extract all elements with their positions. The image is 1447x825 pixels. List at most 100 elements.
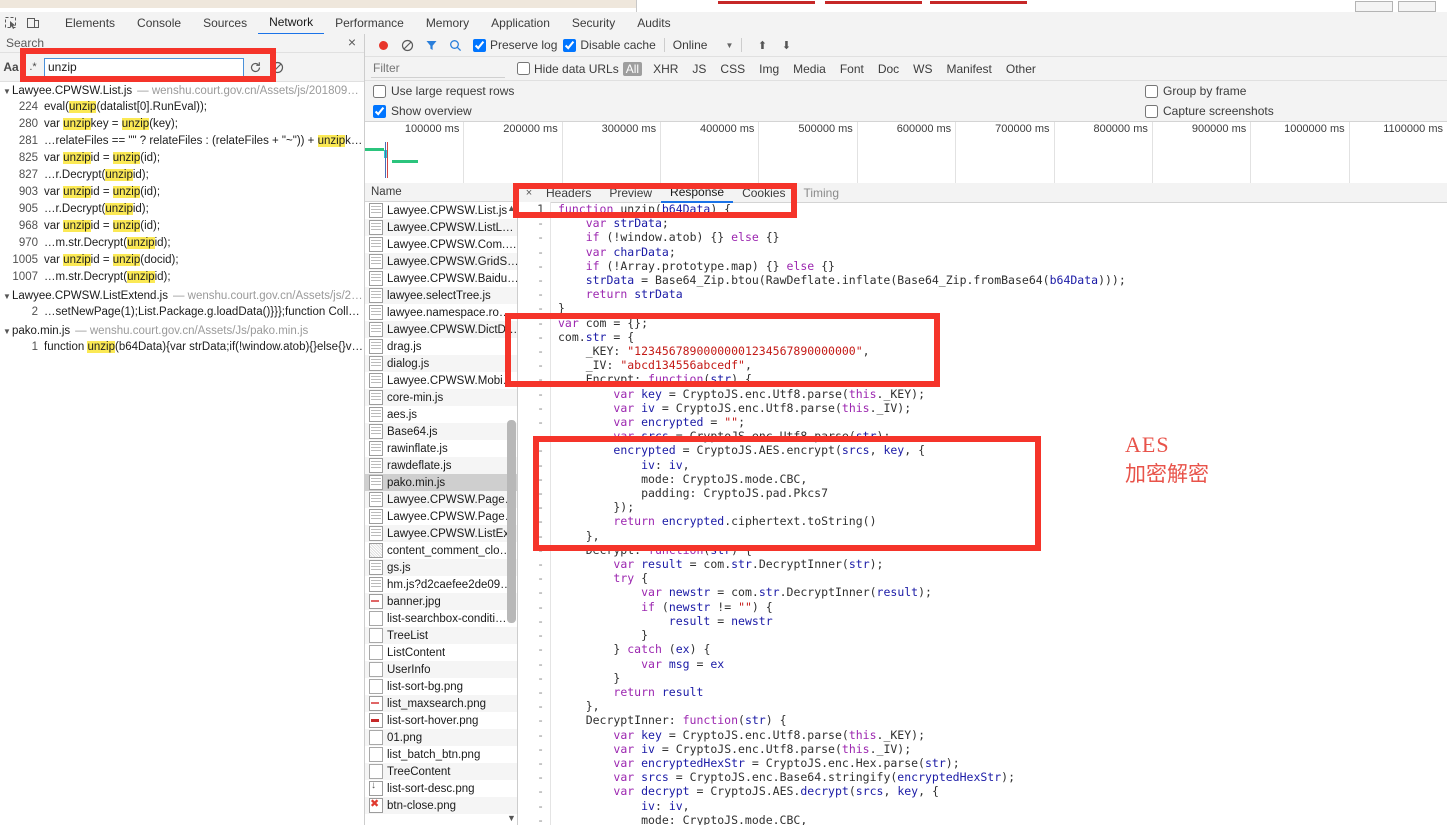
request-row[interactable]: lawyee.selectTree.js <box>365 287 517 304</box>
tab-headers[interactable]: Headers <box>537 184 600 202</box>
show-overview-checkbox[interactable]: Show overview <box>373 101 514 121</box>
disable-cache-input[interactable] <box>563 38 577 52</box>
search-result-line[interactable]: 825 var unzipid = unzip(id); <box>0 150 364 167</box>
close-icon[interactable]: × <box>348 34 356 51</box>
search-results-list[interactable]: ▼ Lawyee.CPWSW.List.js — wenshu.court.gov.… <box>0 81 364 825</box>
type-filter-font[interactable]: Font <box>837 62 867 76</box>
request-row[interactable]: Lawyee.CPWSW.GridS… <box>365 253 517 270</box>
search-result-line[interactable]: 903 var unzipid = unzip(id); <box>0 184 364 201</box>
filter-input[interactable] <box>371 59 505 78</box>
hide-data-urls-checkbox[interactable]: Hide data URLs <box>517 62 619 76</box>
search-result-line[interactable]: 2 …setNewPage(1);List.Package.g.loadData(… <box>0 304 364 321</box>
record-icon[interactable] <box>371 35 395 55</box>
use-large-rows-checkbox[interactable]: Use large request rows <box>373 81 514 101</box>
filter-funnel-icon[interactable] <box>419 35 443 55</box>
type-filter-js[interactable]: JS <box>689 62 709 76</box>
request-row[interactable]: ListContent <box>365 644 517 661</box>
window-button-2[interactable] <box>1398 1 1436 12</box>
window-button-1[interactable] <box>1355 1 1393 12</box>
tab-performance[interactable]: Performance <box>324 13 415 34</box>
search-icon[interactable] <box>443 35 467 55</box>
match-case-toggle[interactable]: Aa <box>0 57 22 77</box>
group-by-frame-checkbox[interactable]: Group by frame <box>1145 81 1274 101</box>
search-result-line[interactable]: 970 …m.str.Decrypt(unzipid); <box>0 235 364 252</box>
search-input[interactable] <box>44 57 244 77</box>
request-row[interactable]: rawinflate.js <box>365 440 517 457</box>
tab-application[interactable]: Application <box>480 13 561 34</box>
request-row[interactable]: banner.jpg <box>365 593 517 610</box>
chevron-down-icon[interactable]: ▼ <box>3 84 12 99</box>
chevron-down-icon[interactable]: ▼ <box>725 41 733 50</box>
close-icon[interactable]: × <box>521 187 537 199</box>
search-result-line[interactable]: 827 …r.Decrypt(unzipid); <box>0 167 364 184</box>
regex-toggle[interactable]: .* <box>22 57 44 77</box>
type-filter-doc[interactable]: Doc <box>875 62 902 76</box>
request-row[interactable]: drag.js <box>365 338 517 355</box>
request-row[interactable]: content_comment_clo… <box>365 542 517 559</box>
request-row[interactable]: Lawyee.CPWSW.List.js <box>365 202 517 219</box>
search-result-file[interactable]: ▼ Lawyee.CPWSW.List.js — wenshu.court.gov.… <box>0 84 364 99</box>
request-row[interactable]: Lawyee.CPWSW.DictD… <box>365 321 517 338</box>
tab-network[interactable]: Network <box>258 12 325 35</box>
request-row[interactable]: dialog.js <box>365 355 517 372</box>
request-row[interactable]: Lawyee.CPWSW.Baidu… <box>365 270 517 287</box>
request-row[interactable]: list-sort-bg.png <box>365 678 517 695</box>
tab-cookies[interactable]: Cookies <box>733 184 794 202</box>
search-result-line[interactable]: 1005 var unzipid = unzip(docid); <box>0 252 364 269</box>
export-har-icon[interactable]: ⬇ <box>774 35 798 55</box>
tab-console[interactable]: Console <box>126 13 192 34</box>
request-row[interactable]: gs.js <box>365 559 517 576</box>
request-row[interactable]: 01.png <box>365 729 517 746</box>
request-row[interactable]: Base64.js <box>365 423 517 440</box>
tab-elements[interactable]: Elements <box>54 13 126 34</box>
resource-type-filters[interactable]: All XHR JS CSS Img Media Font Doc WS Manifest Othe… <box>622 61 1039 76</box>
request-row[interactable]: Lawyee.CPWSW.ListL… <box>365 219 517 236</box>
clear-icon[interactable] <box>266 57 288 77</box>
request-row[interactable]: list-searchbox-conditi… <box>365 610 517 627</box>
tab-preview[interactable]: Preview <box>600 184 661 202</box>
request-list[interactable]: Name Lawyee.CPWSW.List.js Lawyee.CPWSW.Li… <box>365 183 518 825</box>
request-list-scrollbar[interactable] <box>507 420 516 623</box>
type-filter-css[interactable]: CSS <box>717 62 748 76</box>
search-result-line[interactable]: 1007 …m.str.Decrypt(unzipid); <box>0 269 364 286</box>
scroll-down-arrow[interactable]: ▼ <box>506 813 517 824</box>
hide-data-urls-input[interactable] <box>517 62 530 75</box>
disable-cache-checkbox[interactable]: Disable cache <box>563 38 656 52</box>
inspect-element-icon[interactable] <box>0 13 22 33</box>
request-row[interactable]: aes.js <box>365 406 517 423</box>
search-result-line[interactable]: 280 var unzipkey = unzip(key); <box>0 116 364 133</box>
show-overview-input[interactable] <box>373 104 386 118</box>
request-row[interactable]: core-min.js <box>365 389 517 406</box>
type-filter-other[interactable]: Other <box>1003 62 1039 76</box>
tab-sources[interactable]: Sources <box>192 13 258 34</box>
preserve-log-input[interactable] <box>473 38 486 52</box>
request-row[interactable]: hm.js?d2caefee2de09… <box>365 576 517 593</box>
tab-memory[interactable]: Memory <box>415 13 480 34</box>
request-row[interactable]: list_maxsearch.png <box>365 695 517 712</box>
preserve-log-checkbox[interactable]: Preserve log <box>473 38 557 52</box>
request-row[interactable]: TreeContent <box>365 763 517 780</box>
tab-timing[interactable]: Timing <box>794 184 848 202</box>
request-row[interactable]: list-sort-hover.png <box>365 712 517 729</box>
request-row[interactable]: pako.min.js <box>365 474 517 491</box>
request-row[interactable]: Lawyee.CPWSW.Page… <box>365 491 517 508</box>
search-result-line[interactable]: 968 var unzipid = unzip(id); <box>0 218 364 235</box>
scroll-up-arrow[interactable]: ▲ <box>506 203 517 214</box>
type-filter-img[interactable]: Img <box>756 62 782 76</box>
tab-security[interactable]: Security <box>561 13 626 34</box>
type-filter-all[interactable]: All <box>622 61 643 76</box>
response-code-view[interactable]: 1 function unzip(b64Data) {- var strData;… <box>518 202 1447 825</box>
request-row[interactable]: Lawyee.CPWSW.Page… <box>365 508 517 525</box>
capture-screenshots-checkbox[interactable]: Capture screenshots <box>1145 101 1274 121</box>
capture-screenshots-input[interactable] <box>1145 104 1158 118</box>
request-row[interactable]: list-sort-desc.png <box>365 780 517 797</box>
request-row[interactable]: Lawyee.CPWSW.ListEx… <box>365 525 517 542</box>
device-toolbar-icon[interactable] <box>22 13 44 33</box>
search-result-line[interactable]: 905 …r.Decrypt(unzipid); <box>0 201 364 218</box>
tab-audits[interactable]: Audits <box>626 13 681 34</box>
import-har-icon[interactable]: ⬆ <box>750 35 774 55</box>
request-row[interactable]: btn-close.png <box>365 797 517 814</box>
search-result-line[interactable]: 224 eval(unzip(datalist[0].RunEval)); <box>0 99 364 116</box>
chevron-down-icon[interactable]: ▼ <box>3 324 12 339</box>
throttling-select[interactable]: Online <box>673 38 708 52</box>
